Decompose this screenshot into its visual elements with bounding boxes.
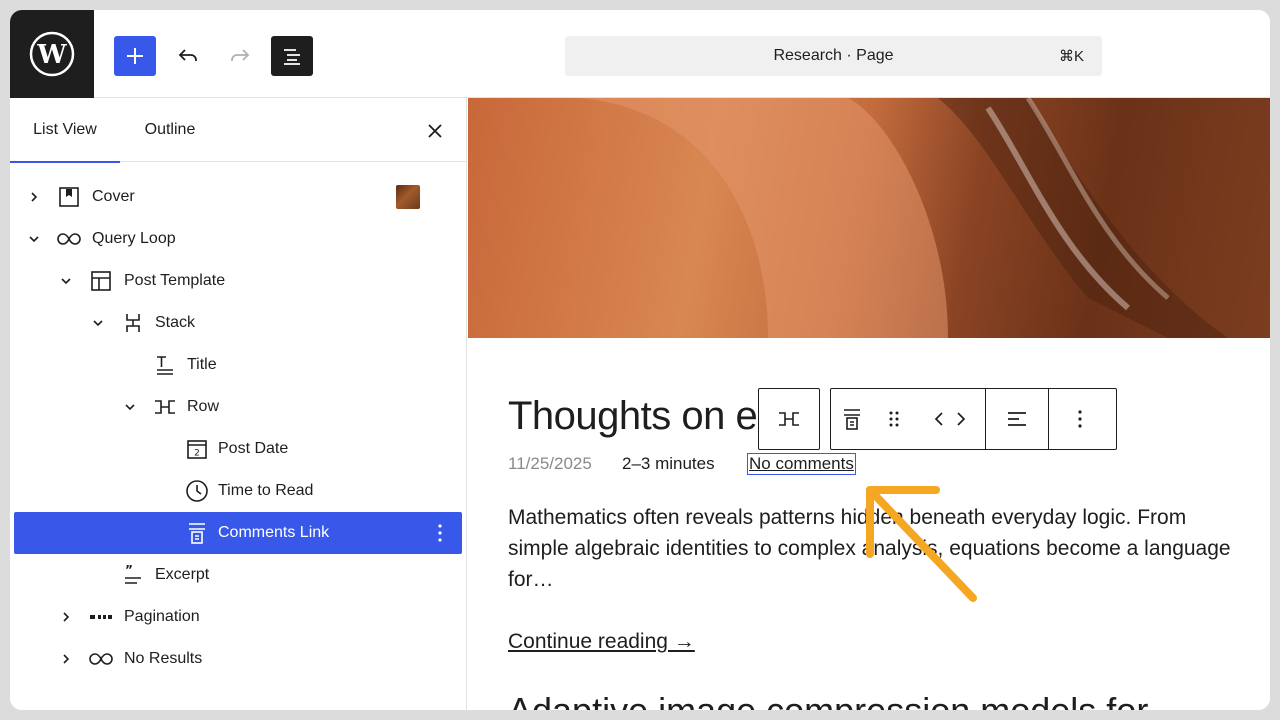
chevron-left-right-icon: [934, 412, 966, 426]
cover-icon: [56, 184, 82, 210]
tree-item-post-date[interactable]: 2 Post Date: [14, 428, 462, 470]
tree-item-label: Stack: [155, 314, 196, 331]
undo-button[interactable]: [170, 36, 206, 76]
tree-item-row[interactable]: Row: [14, 386, 462, 428]
comments-link-icon: [184, 520, 210, 546]
tree-item-comments-link[interactable]: Comments Link: [14, 512, 462, 554]
close-icon: [428, 124, 442, 138]
add-block-button[interactable]: [114, 36, 156, 76]
block-toolbar-group-block: [831, 389, 986, 449]
list-view-icon: [284, 49, 300, 65]
tree-item-label: Excerpt: [155, 566, 210, 583]
tree-item-excerpt[interactable]: ” Excerpt: [14, 554, 462, 596]
align-text-button[interactable]: [986, 389, 1048, 449]
redo-icon: [231, 49, 250, 61]
tree-item-cover[interactable]: Cover: [14, 176, 462, 218]
clock-icon: [184, 478, 210, 504]
loop-icon: [56, 226, 82, 252]
row-icon: [152, 394, 178, 420]
cover-image[interactable]: [468, 98, 1270, 338]
tree-item-time-to-read[interactable]: Time to Read: [14, 470, 462, 512]
comments-link[interactable]: No comments: [747, 453, 856, 475]
cover-arch-shape: [578, 98, 1228, 338]
more-options-icon[interactable]: [430, 518, 450, 548]
chevron-right-icon[interactable]: [56, 649, 76, 669]
tree-item-title[interactable]: Title: [14, 344, 462, 386]
list-view-sidebar: List View Outline Cover Query Loop Post …: [10, 98, 467, 710]
command-palette-bar[interactable]: Research · Page ⌘K: [565, 36, 1102, 76]
time-to-read[interactable]: 2–3 minutes: [622, 454, 715, 474]
tree-item-label: Post Template: [124, 272, 226, 289]
tree-item-no-results[interactable]: No Results: [14, 638, 462, 680]
editor-window: W Research · Page ⌘K List View Outline C…: [10, 10, 1270, 710]
document-title: Research · Page: [773, 47, 894, 64]
close-sidebar-button[interactable]: [420, 116, 450, 146]
chevron-down-icon[interactable]: [24, 229, 44, 249]
editor-canvas: Thoughts on e 11/25/2025 2–3 minutes No …: [468, 98, 1270, 710]
tree-item-label: Row: [187, 398, 220, 415]
tree-item-pagination[interactable]: Pagination: [14, 596, 462, 638]
svg-text:W: W: [36, 40, 67, 70]
tab-outline-label: Outline: [144, 121, 196, 138]
more-vertical-icon: [1078, 410, 1082, 428]
tree-item-label: Title: [187, 356, 217, 373]
align-left-icon: [1008, 412, 1026, 426]
tree-item-label: Pagination: [124, 608, 200, 625]
tree-item-stack[interactable]: Stack: [14, 302, 462, 344]
redo-button[interactable]: [222, 36, 258, 76]
undo-icon: [178, 49, 197, 61]
row-icon: [779, 412, 799, 426]
tree-item-post-template[interactable]: Post Template: [14, 260, 462, 302]
tree-item-label: Post Date: [218, 440, 289, 457]
comments-link-icon: [844, 409, 860, 430]
wordpress-icon: W: [29, 31, 75, 77]
tree-item-query-loop[interactable]: Query Loop: [14, 218, 462, 260]
sidebar-tabs: List View Outline: [10, 98, 466, 163]
tree-item-label: Cover: [92, 188, 135, 205]
chevron-down-icon[interactable]: [88, 313, 108, 333]
tab-outline[interactable]: Outline: [130, 98, 210, 162]
tree-item-label: Comments Link: [218, 524, 330, 541]
layout-icon: [88, 268, 114, 294]
tree-item-label: No Results: [124, 650, 203, 667]
wordpress-logo-button[interactable]: W: [10, 10, 94, 98]
chevron-right-icon[interactable]: [24, 187, 44, 207]
plus-icon: [127, 48, 143, 64]
block-options-button[interactable]: [1049, 389, 1111, 449]
title-icon: [152, 352, 178, 378]
svg-text:2: 2: [194, 449, 200, 459]
drag-handle[interactable]: [873, 389, 915, 449]
loop-icon: [88, 646, 114, 672]
chevron-down-icon[interactable]: [56, 271, 76, 291]
chevron-right-icon[interactable]: [56, 607, 76, 627]
block-toolbar-group-align: [986, 389, 1049, 449]
next-post-title[interactable]: Adaptive image compression models for: [508, 690, 1148, 710]
calendar-icon: 2: [184, 436, 210, 462]
tab-list-view-label: List View: [33, 121, 97, 138]
continue-reading-link[interactable]: Continue reading →: [508, 630, 695, 654]
tab-list-view[interactable]: List View: [10, 98, 120, 163]
tree-item-label: Time to Read: [218, 482, 314, 499]
stack-icon: [120, 310, 146, 336]
drag-handle-icon: [889, 411, 899, 427]
command-shortcut: ⌘K: [1058, 48, 1084, 65]
chevron-down-icon[interactable]: [120, 397, 140, 417]
annotation-arrow-icon: [866, 486, 977, 602]
block-type-button[interactable]: [831, 389, 873, 449]
tree-item-label: Query Loop: [92, 230, 176, 247]
cover-thumbnail: [396, 185, 420, 209]
post-title[interactable]: Thoughts on e: [508, 394, 758, 439]
document-overview-button[interactable]: [271, 36, 313, 76]
post-date[interactable]: 11/25/2025: [508, 454, 592, 474]
block-toolbar-group-options: [1049, 389, 1111, 449]
move-left-right-buttons[interactable]: [915, 389, 985, 449]
block-toolbar: [830, 388, 1117, 450]
excerpt-icon: ”: [120, 562, 146, 588]
editor-topbar: W Research · Page ⌘K: [10, 10, 1270, 98]
pagination-icon: [88, 604, 114, 630]
svg-text:”: ”: [125, 564, 133, 577]
select-parent-button[interactable]: [758, 388, 820, 450]
